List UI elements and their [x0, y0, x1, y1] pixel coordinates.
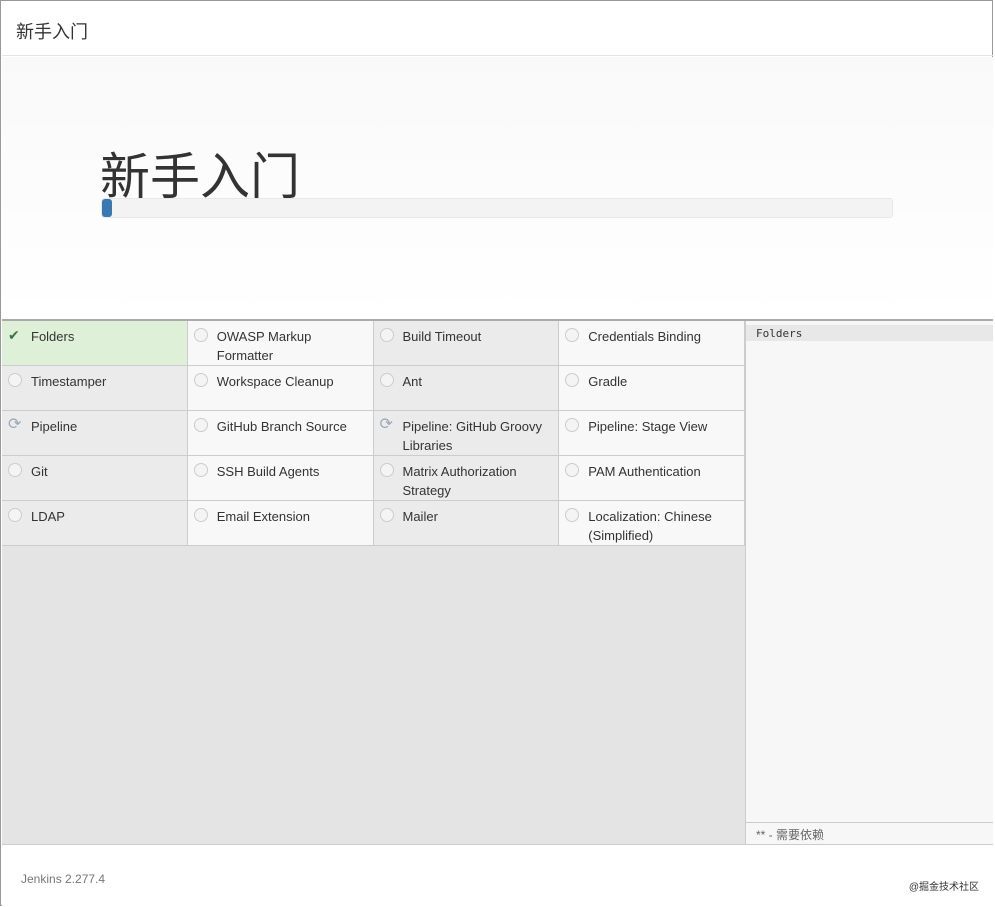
pending-circle-icon	[8, 373, 22, 387]
plugin-name: PAM Authentication	[588, 464, 701, 479]
install-progress-bar	[101, 198, 893, 218]
plugin-name: LDAP	[31, 509, 65, 524]
install-log-panel: Folders ** - 需要依赖	[745, 321, 993, 844]
pending-circle-icon	[8, 508, 22, 522]
plugin-cell: PAM Authentication	[559, 456, 745, 501]
plugin-name: Ant	[402, 374, 423, 389]
pending-circle-icon	[8, 463, 22, 477]
plugin-cell: Credentials Binding	[559, 321, 745, 366]
plugin-cell: Matrix Authorization Strategy	[373, 456, 560, 501]
plugin-cell: ⟳ Pipeline	[2, 411, 188, 456]
plugin-name: Email Extension	[216, 509, 310, 524]
plugin-install-area: ✔ Folders OWASP Markup Formatter Build Time…	[2, 319, 993, 844]
plugin-cell: Git	[2, 456, 188, 501]
plugin-cell: Workspace Cleanup	[187, 366, 374, 411]
plugin-name: Pipeline: Stage View	[588, 419, 708, 434]
plugin-cell: Gradle	[559, 366, 745, 411]
pending-circle-icon	[379, 463, 394, 477]
plugin-cell: SSH Build Agents	[187, 456, 374, 501]
pending-circle-icon	[379, 328, 394, 342]
refresh-spinner-icon: ⟳	[379, 416, 393, 433]
progress-fill	[102, 199, 113, 217]
plugin-grid: ✔ Folders OWASP Markup Formatter Build Time…	[2, 321, 745, 546]
plugin-cell: ✔ Folders	[2, 321, 188, 366]
pending-circle-icon	[193, 508, 208, 522]
plugin-name: Git	[31, 464, 48, 479]
plugin-cell: Pipeline: Stage View	[559, 411, 745, 456]
plugin-name: Folders	[31, 329, 75, 344]
pending-circle-icon	[193, 418, 208, 432]
pending-circle-icon	[379, 373, 394, 387]
plugin-name: Gradle	[588, 374, 628, 389]
refresh-spinner-icon: ⟳	[8, 416, 22, 433]
plugin-name: Mailer	[402, 509, 438, 524]
pending-circle-icon	[565, 373, 580, 387]
pending-circle-icon	[193, 373, 208, 387]
plugin-name: SSH Build Agents	[216, 464, 320, 479]
plugin-name: Credentials Binding	[588, 329, 701, 344]
pending-circle-icon	[193, 463, 208, 477]
plugin-cell: Localization: Chinese (Simplified)	[559, 501, 745, 546]
plugin-name: Localization: Chinese (Simplified)	[588, 509, 712, 543]
pending-circle-icon	[565, 328, 580, 342]
dependency-legend: ** - 需要依赖	[746, 822, 993, 844]
jenkins-version: Jenkins 2.277.4	[21, 872, 106, 886]
pending-circle-icon	[565, 508, 580, 522]
pending-circle-icon	[193, 328, 208, 342]
plugin-cell: ⟳ Pipeline: GitHub Groovy Libraries	[373, 411, 560, 456]
pending-circle-icon	[565, 418, 580, 432]
footer: Jenkins 2.277.4 @掘金技术社区	[2, 844, 993, 906]
plugin-cell: Ant	[373, 366, 560, 411]
plugin-name: Matrix Authorization Strategy	[402, 464, 517, 498]
pending-circle-icon	[565, 463, 580, 477]
check-icon: ✔	[8, 327, 20, 343]
plugin-name: Build Timeout	[402, 329, 482, 344]
plugin-name: OWASP Markup Formatter	[216, 329, 312, 363]
pending-circle-icon	[379, 508, 394, 522]
hero: 新手入门	[2, 57, 993, 319]
plugin-cell: Mailer	[373, 501, 560, 546]
plugin-name: Workspace Cleanup	[216, 374, 334, 389]
log-line: Folders	[746, 325, 993, 341]
plugin-cell: GitHub Branch Source	[187, 411, 374, 456]
plugin-name: Pipeline	[31, 419, 78, 434]
plugin-cell: Email Extension	[187, 501, 374, 546]
dialog-title: 新手入门	[2, 2, 993, 56]
plugin-name: Pipeline: GitHub Groovy Libraries	[402, 419, 542, 453]
plugin-cell: OWASP Markup Formatter	[187, 321, 374, 366]
plugin-cell: Timestamper	[2, 366, 188, 411]
plugin-cell: LDAP	[2, 501, 188, 546]
plugin-cell: Build Timeout	[373, 321, 560, 366]
setup-wizard-dialog: 新手入门 新手入门 ✔ Folders OWASP Markup Formatter…	[0, 0, 993, 906]
watermark: @掘金技术社区	[908, 882, 979, 893]
plugin-name: GitHub Branch Source	[216, 419, 347, 434]
plugin-name: Timestamper	[31, 374, 107, 389]
